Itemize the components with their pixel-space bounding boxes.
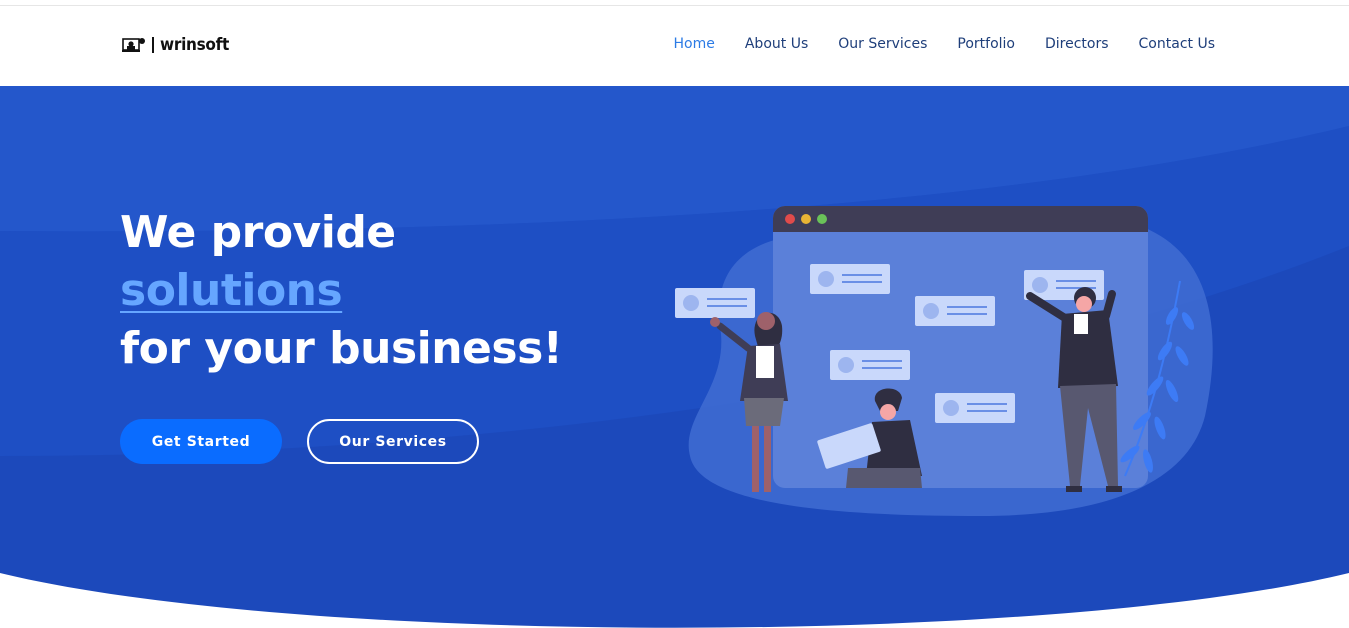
our-services-button[interactable]: Our Services — [307, 419, 479, 464]
hero-headline: We provide solutions for your business! — [120, 204, 640, 378]
nav-portfolio[interactable]: Portfolio — [957, 36, 1015, 52]
headline-line-1: We provide — [120, 207, 396, 258]
get-started-button[interactable]: Get Started — [120, 419, 282, 464]
hero-section: We provide solutions for your business! … — [0, 86, 1349, 628]
nav-contact-us[interactable]: Contact Us — [1139, 36, 1215, 52]
headline-line-3: for your business! — [120, 323, 563, 374]
headline-highlight: solutions — [120, 265, 343, 316]
site-header: wrinsoft Home About Us Our Services Port… — [0, 6, 1349, 86]
nav-our-services[interactable]: Our Services — [838, 36, 927, 52]
hero-illustration — [675, 206, 1213, 516]
logo-text: wrinsoft — [160, 35, 229, 55]
logo-divider — [152, 37, 154, 53]
main-nav: Home About Us Our Services Portfolio Dir… — [674, 36, 1215, 52]
logo[interactable]: wrinsoft — [122, 34, 229, 56]
logo-icon — [122, 36, 146, 54]
nav-directors[interactable]: Directors — [1045, 36, 1109, 52]
nav-home[interactable]: Home — [674, 36, 715, 52]
nav-about-us[interactable]: About Us — [745, 36, 808, 52]
